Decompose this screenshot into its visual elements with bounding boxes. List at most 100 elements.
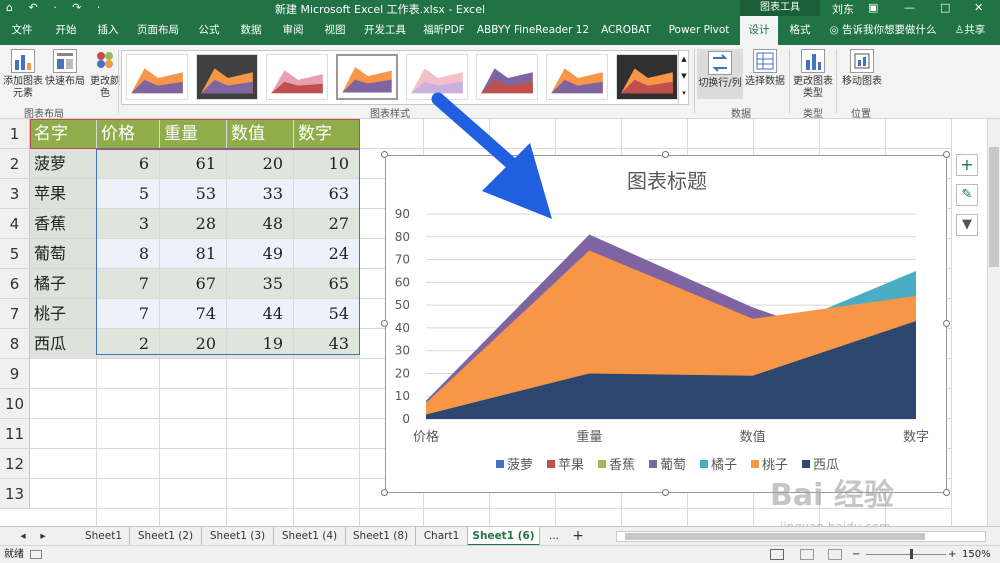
table-cell[interactable]: 44 — [227, 299, 294, 329]
table-cell[interactable]: 3 — [97, 209, 160, 239]
resize-handle[interactable] — [381, 320, 388, 327]
table-cell[interactable]: 苹果 — [30, 179, 97, 209]
row-header[interactable]: 1 — [0, 119, 30, 149]
row-header[interactable]: 7 — [0, 299, 30, 329]
empty-cell[interactable] — [360, 119, 424, 149]
tab-format[interactable]: 格式 — [780, 16, 820, 45]
table-cell[interactable]: 橘子 — [30, 269, 97, 299]
tab-design[interactable]: 设计 — [740, 16, 778, 45]
empty-cell[interactable] — [160, 479, 227, 509]
empty-cell[interactable] — [30, 449, 97, 479]
empty-cell[interactable] — [294, 359, 360, 389]
legend-entry[interactable]: 菠萝 — [507, 458, 533, 473]
sheet-nav-right-icon[interactable]: ▸ — [36, 527, 50, 546]
macro-record-icon[interactable] — [30, 550, 42, 559]
close-button[interactable]: ✕ — [974, 0, 983, 16]
empty-cell[interactable] — [97, 479, 160, 509]
vertical-scroll-thumb[interactable] — [989, 147, 999, 267]
legend-entry[interactable]: 葡萄 — [660, 458, 686, 473]
tab-foxit-pdf[interactable]: 福昕PDF — [414, 16, 474, 45]
quick-layout-button[interactable]: 快速布局 — [44, 49, 86, 88]
table-cell[interactable]: 81 — [160, 239, 227, 269]
normal-view-icon[interactable] — [770, 549, 784, 560]
table-cell[interactable]: 27 — [294, 209, 360, 239]
resize-handle[interactable] — [381, 151, 388, 158]
table-header-cell[interactable]: 价格 — [97, 119, 160, 149]
table-cell[interactable]: 53 — [160, 179, 227, 209]
table-cell[interactable]: 48 — [227, 209, 294, 239]
empty-cell[interactable] — [160, 449, 227, 479]
table-cell[interactable]: 2 — [97, 329, 160, 359]
resize-handle[interactable] — [662, 489, 669, 496]
table-cell[interactable]: 5 — [97, 179, 160, 209]
empty-cell[interactable] — [294, 479, 360, 509]
tab-data[interactable]: 数据 — [230, 16, 272, 45]
table-cell[interactable]: 63 — [294, 179, 360, 209]
resize-handle[interactable] — [943, 151, 950, 158]
table-cell[interactable]: 24 — [294, 239, 360, 269]
tab-developer[interactable]: 开发工具 — [356, 16, 414, 45]
row-header[interactable]: 3 — [0, 179, 30, 209]
table-header-cell[interactable]: 名字 — [30, 119, 97, 149]
row-header[interactable]: 10 — [0, 389, 30, 419]
select-data-button[interactable]: 选择数据 — [744, 49, 786, 88]
maximize-button[interactable]: □ — [940, 0, 950, 16]
empty-cell[interactable] — [360, 509, 424, 526]
sheet-nav-left-icon[interactable]: ◂ — [16, 527, 30, 546]
table-cell[interactable]: 20 — [227, 149, 294, 179]
empty-cell[interactable] — [227, 509, 294, 526]
empty-cell[interactable] — [294, 509, 360, 526]
sheet-tab-active[interactable]: Sheet1 (6) — [468, 527, 540, 546]
empty-cell[interactable] — [30, 479, 97, 509]
row-header[interactable]: 9 — [0, 359, 30, 389]
table-cell[interactable]: 54 — [294, 299, 360, 329]
chart-style-thumb[interactable] — [196, 54, 258, 100]
table-cell[interactable]: 61 — [160, 149, 227, 179]
table-cell[interactable]: 西瓜 — [30, 329, 97, 359]
minimize-button[interactable]: — — [904, 0, 915, 16]
tab-file[interactable]: 文件 — [0, 16, 44, 45]
sheet-tab[interactable]: Sheet1 (3) — [202, 527, 274, 546]
table-cell[interactable]: 74 — [160, 299, 227, 329]
table-cell[interactable]: 33 — [227, 179, 294, 209]
table-cell[interactable]: 10 — [294, 149, 360, 179]
more-sheets-button[interactable]: ... — [544, 527, 564, 546]
sheet-tab[interactable]: Sheet1 (2) — [130, 527, 202, 546]
sheet-tab[interactable]: Sheet1 — [78, 527, 130, 546]
empty-cell[interactable] — [30, 389, 97, 419]
zoom-slider[interactable] — [866, 554, 946, 555]
chart-style-thumb[interactable] — [126, 54, 188, 100]
resize-handle[interactable] — [943, 320, 950, 327]
table-header-cell[interactable]: 数值 — [227, 119, 294, 149]
move-chart-button[interactable]: 移动图表 — [840, 49, 884, 88]
empty-cell[interactable] — [30, 509, 97, 526]
table-cell[interactable]: 35 — [227, 269, 294, 299]
empty-cell[interactable] — [622, 119, 688, 149]
empty-cell[interactable] — [886, 119, 952, 149]
empty-cell[interactable] — [97, 509, 160, 526]
tab-power-pivot[interactable]: Power Pivot — [660, 16, 738, 45]
chart-title[interactable]: 图表标题 — [627, 169, 707, 193]
chart-styles-brush-icon[interactable]: ✎ — [956, 184, 978, 206]
table-cell[interactable]: 20 — [160, 329, 227, 359]
resize-handle[interactable] — [943, 489, 950, 496]
ribbon-display-icon[interactable]: ▣ — [868, 0, 878, 16]
sheet-tab[interactable]: Sheet1 (4) — [274, 527, 346, 546]
empty-cell[interactable] — [160, 359, 227, 389]
tab-home[interactable]: 开始 — [44, 16, 88, 45]
chart-styles-gallery[interactable]: ▲ ▼ ▾ — [121, 50, 689, 105]
tab-view[interactable]: 视图 — [314, 16, 356, 45]
user-name[interactable]: 刘东 — [832, 1, 854, 17]
table-header-cell[interactable]: 重量 — [160, 119, 227, 149]
tab-page-layout[interactable]: 页面布局 — [128, 16, 188, 45]
share-button[interactable]: ♙共享 — [944, 16, 996, 45]
table-cell[interactable]: 香蕉 — [30, 209, 97, 239]
row-header[interactable]: 2 — [0, 149, 30, 179]
legend-entry[interactable]: 苹果 — [558, 458, 584, 473]
row-header[interactable]: 5 — [0, 239, 30, 269]
tab-insert[interactable]: 插入 — [88, 16, 128, 45]
table-cell[interactable]: 葡萄 — [30, 239, 97, 269]
vertical-scrollbar[interactable] — [987, 119, 1000, 526]
page-break-view-icon[interactable] — [828, 549, 842, 560]
table-cell[interactable]: 8 — [97, 239, 160, 269]
